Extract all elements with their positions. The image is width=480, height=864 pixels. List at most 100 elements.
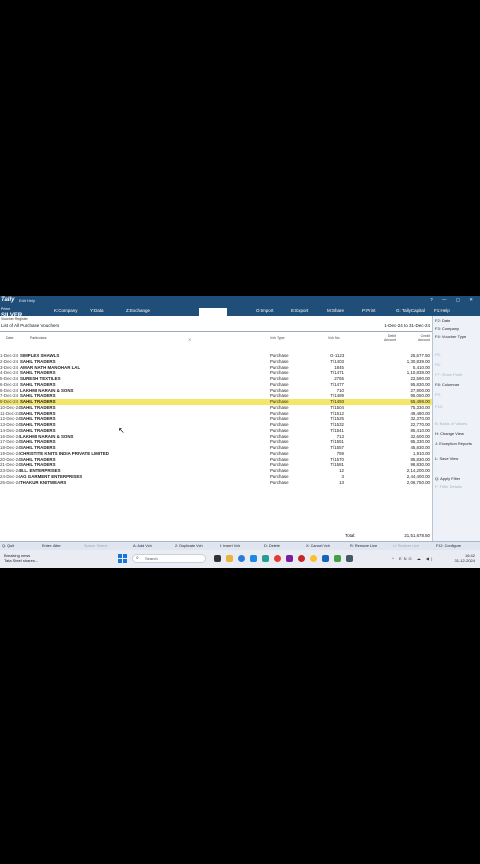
col-vch-type: Vch Type: [270, 336, 285, 340]
menu-export[interactable]: E:Export: [291, 308, 308, 313]
app2-icon[interactable]: [346, 555, 353, 562]
window-controls[interactable]: ? — ▢ ✕: [430, 297, 477, 303]
row-particulars: SIMPLEX SHAWLS: [20, 353, 60, 358]
taskbar-clock[interactable]: 16:42 31-12-2024: [455, 553, 475, 563]
row-vch-type: Purchase: [270, 422, 289, 427]
menu-data[interactable]: Y:Data: [90, 308, 104, 313]
menu-tally-capital[interactable]: G: TallyCapital: [396, 308, 425, 313]
taskbar-search[interactable]: Search: [132, 554, 206, 563]
bottom-button[interactable]: U: Restore Line: [393, 544, 419, 548]
row-date: 13-Dec-24: [0, 422, 21, 427]
news-widget[interactable]: Breaking news Tata Steel shares...: [4, 553, 38, 563]
table-row[interactable]: 12-Dec-24 SAHIL TRADERS Purchase T/1525 32,3…: [0, 416, 432, 422]
menu-print[interactable]: P:Print: [362, 308, 376, 313]
panel-button[interactable]: F6:: [435, 362, 441, 367]
row-amount: 32,600.00: [410, 433, 430, 439]
panel-button[interactable]: F3: Company: [435, 326, 459, 331]
table-row[interactable]: 10-Dec-24 SAHIL TRADERS Purchase T/1504 75,3…: [0, 405, 432, 411]
report-period[interactable]: 1-Dec-24 to 31-Dec-24: [384, 323, 430, 328]
panel-button[interactable]: F10:: [435, 404, 443, 409]
row-vch-type: Purchase: [270, 387, 289, 393]
menu-exchange[interactable]: Z:Exchange: [126, 308, 150, 313]
bottom-button[interactable]: D: Delete: [264, 544, 280, 548]
table-row[interactable]: 11-Dec-24 SAHIL TRADERS Purchase T/1512 49,4…: [0, 411, 432, 417]
table-row[interactable]: 7-Dec-24 SAHIL TRADERS Purchase T/1489 95,05…: [0, 393, 432, 399]
row-vch-type: Purchase: [270, 445, 289, 450]
right-button-panel: F2: Date F3: Company F4: Voucher Type F5: F6…: [432, 316, 480, 546]
panel-button[interactable]: Q: Apply Filter: [435, 476, 460, 481]
menu-share[interactable]: M:Share: [327, 308, 344, 313]
row-vch-type: Purchase: [270, 353, 289, 358]
table-row[interactable]: 2-Dec-24 SAHIL TRADERS Purchase T/1403 1,30,…: [0, 359, 432, 365]
bottom-button[interactable]: F12: Configure: [436, 544, 461, 548]
panel-button[interactable]: F: Filter Details: [435, 484, 462, 489]
panel-button[interactable]: J: Exception Reports: [435, 441, 472, 446]
bottom-button[interactable]: R: Remove Line: [350, 544, 377, 548]
col-debit: Debit Amount: [383, 334, 396, 342]
row-amount: 95,050.00: [410, 393, 430, 399]
row-particulars: SAHIL TRADERS: [20, 381, 56, 387]
panel-button[interactable]: F5:: [435, 352, 441, 357]
menu-help[interactable]: F1:Help: [434, 308, 450, 313]
row-amount: 1,910.00: [412, 450, 430, 456]
panel-button[interactable]: L: Save View: [435, 456, 458, 461]
row-amount: 32,370.00: [410, 416, 430, 422]
table-row[interactable]: 20-Dec-24 SAHIL TRADERS Purchase T/1570 85,8…: [0, 457, 432, 463]
row-date: 16-Dec-24: [0, 433, 21, 439]
table-row[interactable]: 16-Dec-24 LAKHMI NARAIN & SONS Purchase 713…: [0, 434, 432, 440]
browser-icon[interactable]: [298, 555, 305, 562]
table-row[interactable]: 6-Dec-24 LAKHMI NARAIN & SONS Purchase 710 2…: [0, 388, 432, 394]
bottom-button[interactable]: Space: Select: [84, 544, 107, 548]
table-row[interactable]: 1-Dec-24 SIMPLEX SHAWLS Purchase G-1123 25,6…: [0, 353, 432, 359]
panel-button[interactable]: F8: Columnar: [435, 382, 459, 387]
chrome-icon[interactable]: [274, 555, 281, 562]
mail-icon[interactable]: [262, 555, 269, 562]
table-row[interactable]: 17-Dec-24 SAHIL TRADERS Purchase T/1551 95,3…: [0, 439, 432, 445]
table-row[interactable]: 5-Dec-24 SURESH TEXTILES Purchase 2765 22,59…: [0, 376, 432, 382]
table-row[interactable]: 19-Dec-24 CHRISTITE KNITS INDIA PRIVATE L…: [0, 451, 432, 457]
panel-button[interactable]: F9:: [435, 392, 441, 397]
bottom-button[interactable]: 2: Duplicate Vch: [175, 544, 203, 548]
table-row[interactable]: 14-Dec-24 SAHIL TRADERS Purchase T/1541 85,4…: [0, 428, 432, 434]
title-menu[interactable]: Edit Help: [19, 298, 35, 303]
table-row[interactable]: 6-Dec-24 SAHIL TRADERS Purchase T/1477 95,83…: [0, 382, 432, 388]
top-bar: Tally Edit Help Prime SILVER K:Company Y…: [0, 296, 480, 319]
bottom-button[interactable]: I: Insert Vch: [220, 544, 240, 548]
bottom-button[interactable]: Q: Quit: [2, 544, 14, 548]
panel-button[interactable]: B: Basis of Values: [435, 421, 467, 426]
table-row[interactable]: 21-Dec-24 SAHIL TRADERS Purchase T/1581 98,8…: [0, 462, 432, 468]
row-vch-no: T/1581: [330, 462, 344, 468]
row-date: 17-Dec-24: [0, 439, 21, 445]
panel-button[interactable]: F2: Date: [435, 318, 450, 323]
excel-icon[interactable]: [334, 555, 341, 562]
panel-button[interactable]: F7: Show Profit: [435, 372, 462, 377]
menu-company[interactable]: K:Company: [54, 308, 78, 313]
row-date: 9-Dec-24: [0, 399, 19, 404]
app-icon[interactable]: [286, 555, 293, 562]
table-row[interactable]: 26-Dec-24 THAKUR KNITWEARS Purchase 13 2,06,…: [0, 480, 432, 486]
table-row[interactable]: 23-Dec-24 B.L. ENTERPRISES Purchase 12 2,14,…: [0, 468, 432, 474]
table-row[interactable]: 24-Dec-24 AG GARMENT ENTERPRISES Purchase 3…: [0, 474, 432, 480]
panel-button[interactable]: F4: Voucher Type: [435, 334, 466, 339]
file-explorer-icon[interactable]: [226, 555, 233, 562]
panel-button[interactable]: H: Change View: [435, 431, 464, 436]
row-particulars: SAHIL TRADERS: [20, 410, 56, 416]
store-icon[interactable]: [250, 555, 257, 562]
menu-import[interactable]: O:Import: [256, 308, 274, 313]
table-row[interactable]: 18-Dec-24 SAHIL TRADERS Purchase T/1557 45,8…: [0, 445, 432, 451]
table-row[interactable]: 9-Dec-24 SAHIL TRADERS Purchase T/1493 55,49…: [0, 399, 432, 405]
chrome-alt-icon[interactable]: [310, 555, 317, 562]
bottom-button[interactable]: A: Add Vch: [133, 544, 152, 548]
windows-start-icon[interactable]: [118, 554, 127, 563]
edge-icon[interactable]: [238, 555, 245, 562]
bottom-button[interactable]: Enter: Alter: [42, 544, 61, 548]
table-row[interactable]: 13-Dec-24 SAHIL TRADERS Purchase T/1532 22,7…: [0, 422, 432, 428]
system-tray[interactable]: ^ ENG ☁ ◀): [392, 556, 434, 561]
bottom-button[interactable]: X: Cancel Vch: [306, 544, 330, 548]
row-particulars: LAKHMI NARAIN & SONS: [20, 387, 74, 393]
row-vch-no: T/1471: [330, 370, 344, 376]
tally-task-icon[interactable]: [322, 555, 329, 562]
table-row[interactable]: 3-Dec-24 AMAR NATH MANOHAR LAL Purchase 184…: [0, 365, 432, 371]
task-view-icon[interactable]: [214, 555, 221, 562]
table-row[interactable]: 4-Dec-24 SAHIL TRADERS Purchase T/1471 1,10,…: [0, 370, 432, 376]
